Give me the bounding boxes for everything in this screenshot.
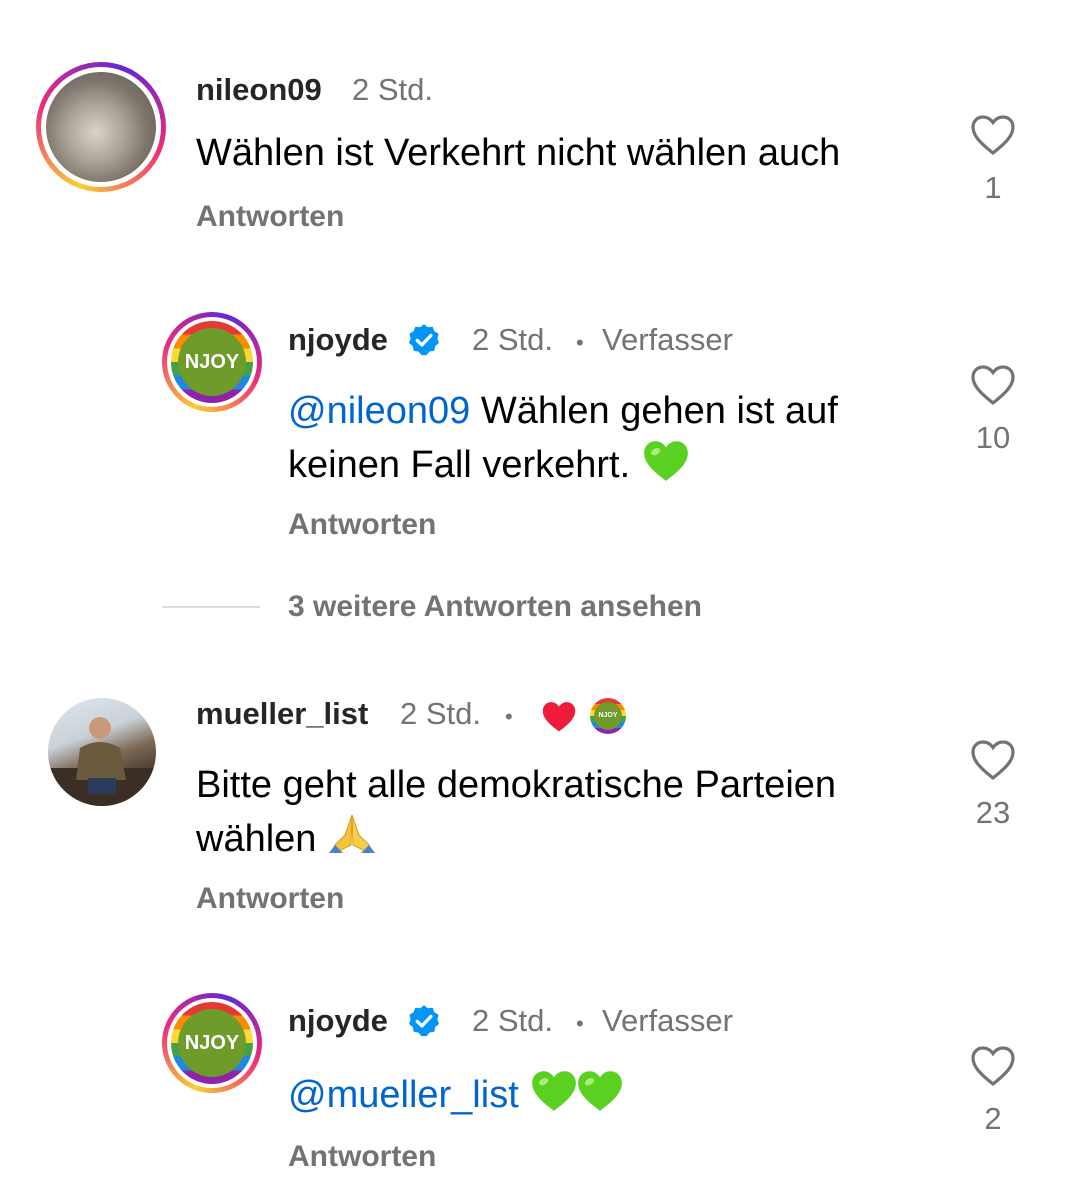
like-button[interactable]: 1 [963, 112, 1023, 206]
comment-text: @mueller_list [288, 1067, 625, 1121]
comment-text: Bitte geht alle demokratische Parteien w… [196, 760, 936, 865]
comment-text-line2: keinen Fall verkehrt. [288, 444, 631, 486]
reply-button[interactable]: Antworten [196, 882, 344, 916]
view-more-divider [162, 606, 260, 608]
like-button[interactable]: 23 [963, 737, 1023, 831]
separator-dot: • [505, 704, 513, 729]
comment-text-line1: Wählen gehen ist auf [470, 390, 838, 432]
timestamp: 2 Std. [400, 696, 481, 731]
green-heart-icon [643, 441, 688, 481]
author-label: Verfasser [602, 1003, 733, 1038]
avatar-image: NJOY [171, 1002, 253, 1084]
author-liked-heart-icon [542, 702, 576, 732]
verified-badge-icon [409, 1005, 439, 1037]
like-count: 10 [975, 420, 1011, 455]
heart-outline-icon [971, 365, 1015, 406]
verified-badge-icon [409, 324, 439, 356]
timestamp: 2 Std. [352, 72, 433, 107]
view-more-replies-button[interactable]: 3 weitere Antworten ansehen [288, 590, 702, 624]
comment-text-line2: wählen [196, 818, 317, 860]
avatar[interactable]: NJOY [162, 312, 262, 412]
green-heart-icon [532, 1071, 577, 1111]
person-silhouette-icon [48, 717, 156, 806]
like-button[interactable]: 2 [963, 1043, 1023, 1137]
mention-link[interactable]: @nileon09 [288, 390, 470, 432]
avatar[interactable] [48, 698, 156, 806]
avatar-image: NJOY [171, 321, 253, 403]
username[interactable]: nileon09 [196, 72, 322, 108]
author-label: Verfasser [602, 322, 733, 357]
timestamp: 2 Std. [472, 1003, 553, 1038]
timestamp: 2 Std. [472, 322, 553, 357]
avatar[interactable] [36, 62, 166, 192]
like-count: 1 [984, 170, 1002, 205]
reply-button[interactable]: Antworten [196, 200, 344, 234]
separator-dot: • [576, 330, 584, 355]
mention-link[interactable]: @mueller_list [288, 1074, 519, 1116]
reply-button[interactable]: Antworten [288, 508, 436, 542]
like-count: 23 [975, 795, 1011, 830]
username[interactable]: mueller_list [196, 696, 368, 732]
heart-outline-icon [971, 115, 1015, 156]
author-avatar-mini: NJOY [590, 698, 626, 734]
avatar-image [46, 72, 156, 182]
heart-outline-icon [971, 740, 1015, 781]
like-button[interactable]: 10 [963, 362, 1023, 456]
comment-text-line1: Bitte geht alle demokratische Parteien [196, 764, 837, 806]
avatar[interactable]: NJOY [162, 993, 262, 1093]
avatar-image [48, 698, 156, 806]
separator-dot: • [576, 1011, 584, 1036]
heart-outline-icon [971, 1046, 1015, 1087]
username[interactable]: njoyde [288, 1003, 388, 1039]
green-heart-icon [578, 1071, 623, 1111]
folded-hands-icon [328, 814, 375, 853]
like-count: 2 [984, 1101, 1002, 1136]
comment-text: @nileon09 Wählen gehen ist auf keinen Fa… [288, 386, 948, 491]
username[interactable]: njoyde [288, 322, 388, 358]
comment-text: Wählen ist Verkehrt nicht wählen auch [196, 132, 841, 174]
reply-button[interactable]: Antworten [288, 1140, 436, 1174]
